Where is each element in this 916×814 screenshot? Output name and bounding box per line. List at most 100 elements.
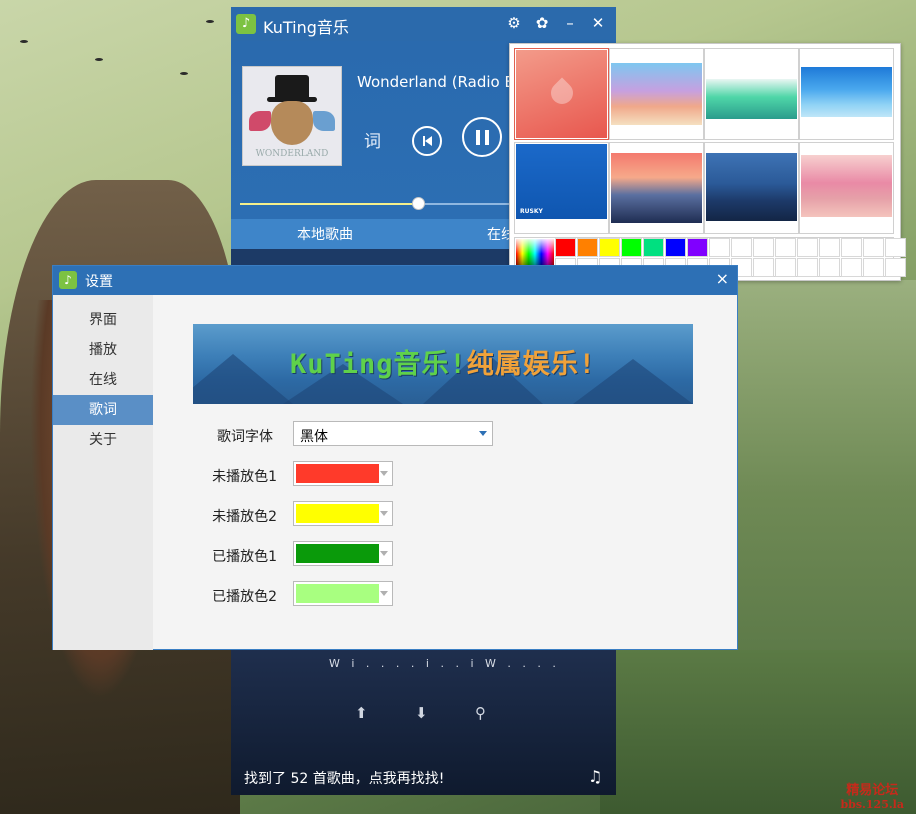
skin-thumb-drop xyxy=(546,77,578,109)
color-swatch[interactable] xyxy=(709,238,730,257)
skin-thumb-image xyxy=(801,155,892,217)
album-art-wing-left xyxy=(249,111,271,131)
color-swatch[interactable] xyxy=(731,238,752,257)
skin-picker-popup: RUSKY xyxy=(509,43,906,281)
watermark-line-2: bbs.125.la xyxy=(840,798,904,811)
move-up-icon[interactable]: ⬆ xyxy=(355,704,368,722)
skin-thumb-image xyxy=(706,79,797,119)
skin-thumb-image xyxy=(801,67,892,117)
wallpaper-bird xyxy=(20,40,28,43)
album-art: WONDERLAND xyxy=(242,66,342,166)
skin-thumb-pink-lake[interactable] xyxy=(799,142,894,234)
skin-thumb-mint-lake[interactable] xyxy=(704,48,799,140)
color-swatch[interactable] xyxy=(885,258,906,277)
lyric-font-value: 黑体 xyxy=(300,429,328,445)
pause-button[interactable] xyxy=(462,117,502,157)
progress-knob[interactable] xyxy=(411,197,425,210)
minimize-icon[interactable]: – xyxy=(560,13,580,33)
progress-bar-fill xyxy=(240,203,418,205)
wallpaper-bird xyxy=(206,20,214,23)
settings-gear-icon[interactable]: ⚙ xyxy=(504,13,524,33)
sidebar-item-online[interactable]: 在线 xyxy=(53,365,153,395)
color-swatch[interactable] xyxy=(753,258,774,277)
color-swatch[interactable] xyxy=(775,258,796,277)
skin-thumb-night-mountains[interactable] xyxy=(704,142,799,234)
color-swatch[interactable] xyxy=(643,238,664,257)
banner-text-green: KuTing音乐! xyxy=(289,349,467,380)
color-label-unplayed-1: 未播放色1 xyxy=(212,469,277,485)
color-picker-played-1[interactable] xyxy=(293,541,393,566)
color-swatch xyxy=(296,504,379,523)
sidebar-item-lyrics[interactable]: 歌词 xyxy=(53,395,153,425)
banner-text-orange: 纯属娱乐! xyxy=(466,349,597,380)
settings-titlebar[interactable]: ♪ 设置 × xyxy=(53,266,737,295)
settings-close-icon[interactable]: × xyxy=(716,269,729,288)
wallpaper-bird xyxy=(95,58,103,61)
color-swatch[interactable] xyxy=(863,258,884,277)
color-swatch[interactable] xyxy=(687,238,708,257)
skin-thumb-beach[interactable] xyxy=(609,48,704,140)
sidebar-item-interface[interactable]: 界面 xyxy=(53,305,153,335)
color-swatch[interactable] xyxy=(841,258,862,277)
app-title: KuTing音乐 xyxy=(263,18,349,37)
playlist-music-icon[interactable]: ♫ xyxy=(588,767,602,786)
skin-thumb-red[interactable] xyxy=(514,48,609,140)
lyric-font-select[interactable]: 黑体 xyxy=(293,421,493,446)
color-swatch[interactable] xyxy=(797,238,818,257)
color-picker-unplayed-1[interactable] xyxy=(293,461,393,486)
sidebar-item-about[interactable]: 关于 xyxy=(53,425,153,455)
lyric-preview: W i . . . . i . . i W . . . . xyxy=(329,657,560,670)
song-title: Wonderland (Radio E xyxy=(357,73,514,91)
settings-banner: KuTing音乐!纯属娱乐! xyxy=(193,324,693,404)
watermark-line-1: 精易论坛 xyxy=(846,783,899,798)
tab-local-songs[interactable]: 本地歌曲 xyxy=(297,224,353,244)
color-swatch[interactable] xyxy=(775,238,796,257)
color-swatch[interactable] xyxy=(863,238,884,257)
chevron-down-icon xyxy=(380,551,388,556)
color-swatch xyxy=(296,464,379,483)
lyric-font-label: 歌词字体 xyxy=(217,429,273,445)
album-art-wing-right xyxy=(313,111,335,131)
close-icon[interactable]: ✕ xyxy=(588,13,608,33)
color-swatch[interactable] xyxy=(665,238,686,257)
status-text[interactable]: 找到了 52 首歌曲，点我再找找! xyxy=(244,768,444,788)
settings-title: 设置 xyxy=(85,274,113,290)
player-titlebar[interactable]: ♪ KuTing音乐 ⚙ ✿ – ✕ xyxy=(231,7,616,41)
chevron-down-icon xyxy=(380,511,388,516)
color-swatch[interactable] xyxy=(621,238,642,257)
settings-dialog: ♪ 设置 × 界面 播放 在线 歌词 关于 KuTing音乐!纯属娱乐! 歌词字… xyxy=(52,265,738,650)
skin-thumb-sunset-mountains[interactable] xyxy=(609,142,704,234)
color-swatch[interactable] xyxy=(753,238,774,257)
banner-text: KuTing音乐!纯属娱乐! xyxy=(193,342,693,381)
color-swatch[interactable] xyxy=(819,238,840,257)
skin-palette-icon[interactable]: ✿ xyxy=(532,13,552,33)
color-swatch[interactable] xyxy=(797,258,818,277)
color-label-unplayed-2: 未播放色2 xyxy=(212,509,277,525)
skin-thumb-blue-rusky[interactable]: RUSKY xyxy=(514,142,609,234)
album-art-face xyxy=(271,101,313,145)
lyric-toggle-button[interactable]: 词 xyxy=(364,127,381,152)
color-swatch[interactable] xyxy=(841,238,862,257)
chevron-down-icon xyxy=(380,471,388,476)
move-down-icon[interactable]: ⬇ xyxy=(415,704,428,722)
color-swatch[interactable] xyxy=(577,238,598,257)
settings-sidebar: 界面 播放 在线 歌词 关于 xyxy=(53,295,153,650)
color-label-played-2: 已播放色2 xyxy=(212,589,277,605)
skin-thumb-blue-hills[interactable] xyxy=(799,48,894,140)
album-art-text: WONDERLAND xyxy=(255,149,329,159)
color-swatch[interactable] xyxy=(885,238,906,257)
skin-thumb-image xyxy=(611,63,702,125)
sidebar-item-playback[interactable]: 播放 xyxy=(53,335,153,365)
color-label-played-1: 已播放色1 xyxy=(212,549,277,565)
color-picker-played-2[interactable] xyxy=(293,581,393,606)
search-icon[interactable]: ⚲ xyxy=(475,704,486,722)
previous-track-button[interactable] xyxy=(412,126,442,156)
color-swatch[interactable] xyxy=(599,238,620,257)
settings-logo-icon: ♪ xyxy=(59,271,77,289)
forum-watermark: 精易论坛 bbs.125.la xyxy=(840,779,904,811)
color-swatch xyxy=(296,544,379,563)
color-picker-unplayed-2[interactable] xyxy=(293,501,393,526)
color-swatch[interactable] xyxy=(555,238,576,257)
color-swatch[interactable] xyxy=(819,258,840,277)
skin-thumb-image: RUSKY xyxy=(516,144,607,219)
